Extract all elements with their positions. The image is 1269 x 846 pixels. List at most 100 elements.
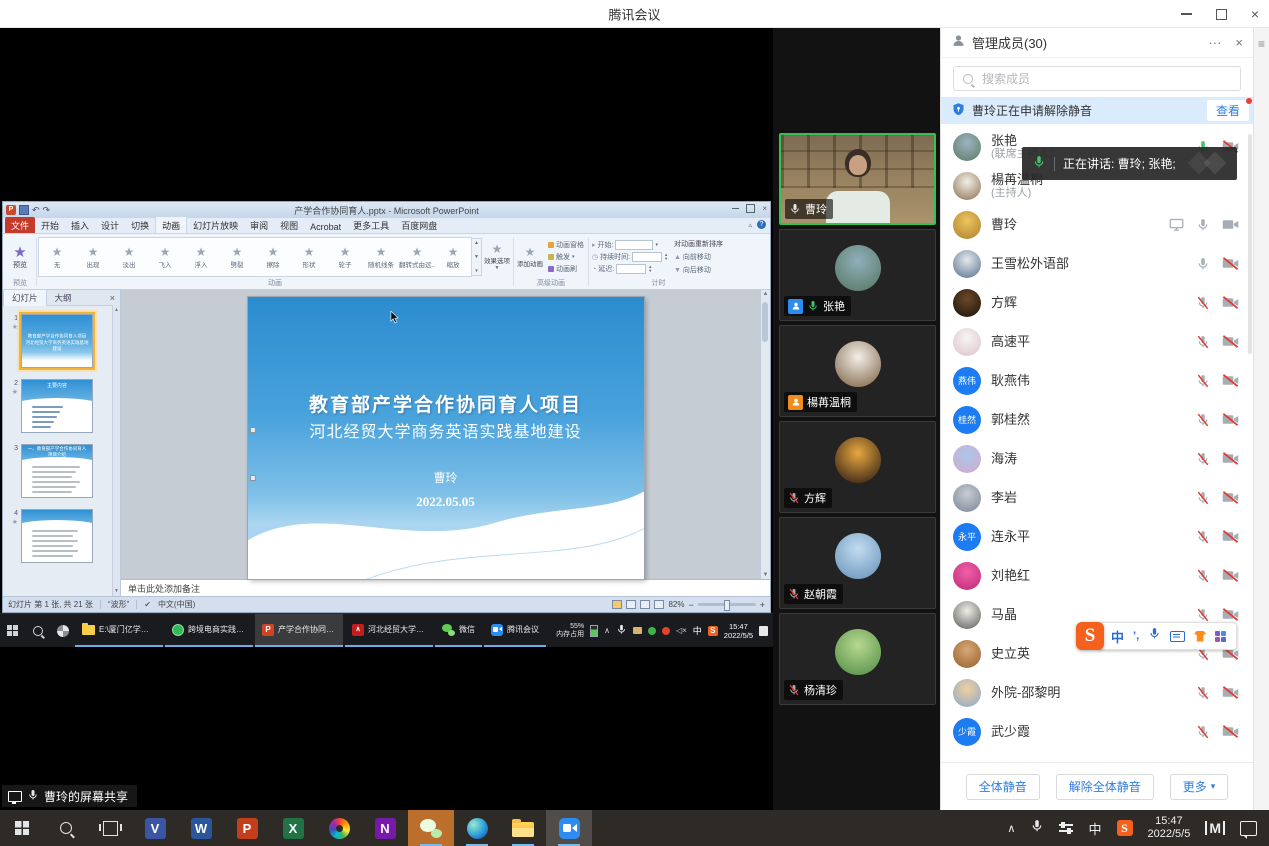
ppt-tab-3[interactable]: 设计 <box>95 217 125 233</box>
ppt-tab-0[interactable]: 文件 <box>5 217 35 233</box>
camera-toggle-icon[interactable] <box>1222 296 1239 309</box>
view-request-button[interactable]: 查看 <box>1207 100 1249 121</box>
ime-voice-icon[interactable] <box>1148 627 1161 645</box>
inner-search-button[interactable] <box>25 614 50 647</box>
camera-toggle-icon[interactable] <box>1222 413 1239 426</box>
ppt-tab-6[interactable]: 幻灯片放映 <box>187 217 244 233</box>
inner-pinned-app-icon[interactable] <box>50 614 75 647</box>
more-button[interactable]: 更多▾ <box>1170 774 1229 800</box>
camera-toggle-icon[interactable] <box>1222 686 1239 699</box>
ppt-tab-10[interactable]: 更多工具 <box>347 217 395 233</box>
speaker-muted-icon[interactable]: ◁× <box>676 626 687 635</box>
slide-canvas[interactable]: 教育部产学合作协同育人项目 河北经贸大学商务英语实践基地建设 曹玲 2022.0… <box>248 297 644 579</box>
participant-row[interactable]: 燕伟耿燕伟 <box>941 361 1253 400</box>
animation-style-item[interactable]: ★飞入 <box>147 238 183 276</box>
ime-punctuation-toggle[interactable]: ’, <box>1133 630 1139 642</box>
reading-view-icon[interactable] <box>640 600 650 609</box>
ppt-tab-5[interactable]: 动画 <box>155 216 187 233</box>
animation-style-item[interactable]: ★出现 <box>75 238 111 276</box>
zoom-in-button[interactable]: + <box>760 600 765 610</box>
inner-lang-indicator[interactable]: 中 <box>693 624 702 637</box>
normal-view-icon[interactable] <box>612 600 622 609</box>
mic-toggle-icon[interactable] <box>1196 335 1210 349</box>
close-button[interactable]: × <box>1251 7 1259 21</box>
ppt-tab-7[interactable]: 审阅 <box>244 217 274 233</box>
trigger-button[interactable]: 触发 ▾ <box>548 252 584 262</box>
video-tile[interactable]: 张艳 <box>779 229 936 321</box>
selection-handle[interactable] <box>250 427 256 433</box>
m-app-tray-icon[interactable]: M <box>1205 821 1225 835</box>
taskbar-app-explorer[interactable] <box>500 810 546 846</box>
participant-row[interactable]: 外院-邵黎明 <box>941 673 1253 712</box>
tray-expand-icon[interactable]: ∧ <box>1007 822 1015 835</box>
inner-taskbar-app[interactable]: 腾讯会议 <box>484 614 546 647</box>
zoom-slider[interactable] <box>698 603 756 606</box>
inner-start-button[interactable] <box>0 614 25 647</box>
mic-toggle-icon[interactable] <box>1196 218 1210 232</box>
mic-toggle-icon[interactable] <box>1196 452 1210 466</box>
mic-toggle-icon[interactable] <box>1196 569 1210 583</box>
participant-row[interactable]: 刘艳红 <box>941 556 1253 595</box>
animation-style-item[interactable]: ★翻转式由远.. <box>399 238 435 276</box>
ppt-tab-11[interactable]: 百度网盘 <box>395 217 443 233</box>
more-options-icon[interactable]: ··· <box>1208 35 1221 50</box>
gallery-scroll[interactable]: ▲▼▾ <box>472 238 482 276</box>
video-tile[interactable]: 赵朝霞 <box>779 517 936 609</box>
mic-toggle-icon[interactable] <box>1196 374 1210 388</box>
animation-style-item[interactable]: ★淡出 <box>111 238 147 276</box>
mic-toggle-icon[interactable] <box>1196 530 1210 544</box>
sogou-logo-icon[interactable]: S <box>1076 622 1104 650</box>
animation-style-item[interactable]: ★无 <box>39 238 75 276</box>
search-input[interactable] <box>953 66 1241 91</box>
mic-toggle-icon[interactable] <box>1196 413 1210 427</box>
start-field[interactable]: ▸开始:▾ <box>592 240 668 250</box>
action-center-icon[interactable] <box>1240 821 1257 836</box>
preview-button[interactable]: ★ 预览 <box>5 245 35 270</box>
mic-toggle-icon[interactable] <box>1196 296 1210 310</box>
microphone-tray-icon[interactable] <box>616 622 627 640</box>
zoom-out-button[interactable]: − <box>688 600 693 610</box>
video-tile[interactable]: 杨清珍 <box>779 613 936 705</box>
spellcheck-icon[interactable]: ✔ <box>144 600 151 609</box>
slide-thumbnail[interactable] <box>21 509 93 563</box>
video-tile[interactable]: 曹玲 <box>779 133 936 225</box>
participant-row[interactable]: 李岩 <box>941 478 1253 517</box>
ime-toolbox-icon[interactable] <box>1215 631 1226 642</box>
participant-row[interactable]: 王雪松外语部 <box>941 244 1253 283</box>
sorter-view-icon[interactable] <box>626 600 636 609</box>
redo-icon[interactable]: ↷ <box>43 206 51 215</box>
camera-toggle-icon[interactable] <box>1222 335 1239 348</box>
sogou-tray-icon[interactable]: S <box>708 626 718 636</box>
video-tile[interactable]: 楊苒温桐 <box>779 325 936 417</box>
panel-close-icon[interactable]: × <box>1235 35 1243 50</box>
ppt-tab-4[interactable]: 切换 <box>125 217 155 233</box>
folder-tray-icon[interactable] <box>633 627 642 634</box>
notes-placeholder[interactable]: 单击此处添加备注 <box>121 579 770 596</box>
camera-toggle-icon[interactable] <box>1222 530 1239 543</box>
pane-close-icon[interactable]: × <box>110 293 120 303</box>
delay-field[interactable]: ◔延迟:▲▼ <box>592 264 668 274</box>
inner-taskbar-app[interactable]: 微信 <box>435 614 482 647</box>
add-animation-button[interactable]: ★ 添加动画 <box>515 246 545 268</box>
inner-clock[interactable]: 15:47 2022/5/5 <box>724 622 753 640</box>
sogou-tray-icon[interactable]: S <box>1117 820 1133 836</box>
lang-indicator[interactable]: 中 <box>1088 819 1101 838</box>
ime-keyboard-icon[interactable] <box>1170 631 1185 642</box>
help-icon[interactable]: ? <box>757 220 766 229</box>
animation-style-item[interactable]: ★缩放 <box>435 238 471 276</box>
taskbar-app-powerpoint[interactable]: P <box>224 810 270 846</box>
animation-style-item[interactable]: ★浮入 <box>183 238 219 276</box>
pane-scrollbar[interactable]: ▲▼ <box>112 305 120 596</box>
duration-field[interactable]: ◷持续时间:▲▼ <box>592 252 668 262</box>
clock[interactable]: 15:47 2022/5/5 <box>1148 815 1191 841</box>
ppt-tab-8[interactable]: 视图 <box>274 217 304 233</box>
list-scrollbar[interactable] <box>1248 134 1252 354</box>
mute-all-button[interactable]: 全体静音 <box>966 774 1040 800</box>
taskbar-app-meeting[interactable] <box>546 810 592 846</box>
effect-options-button[interactable]: ★ 效果选项 ▼ <box>482 243 512 271</box>
move-later-button[interactable]: ▼ 向后移动 <box>674 265 723 275</box>
animation-pane-button[interactable]: 动画窗格 <box>548 240 584 250</box>
inner-taskbar-app[interactable]: 跨境电商实践平台 ... <box>165 614 253 647</box>
ime-skin-icon[interactable] <box>1194 631 1206 642</box>
animation-painter-button[interactable]: 动画刷 <box>548 264 584 274</box>
